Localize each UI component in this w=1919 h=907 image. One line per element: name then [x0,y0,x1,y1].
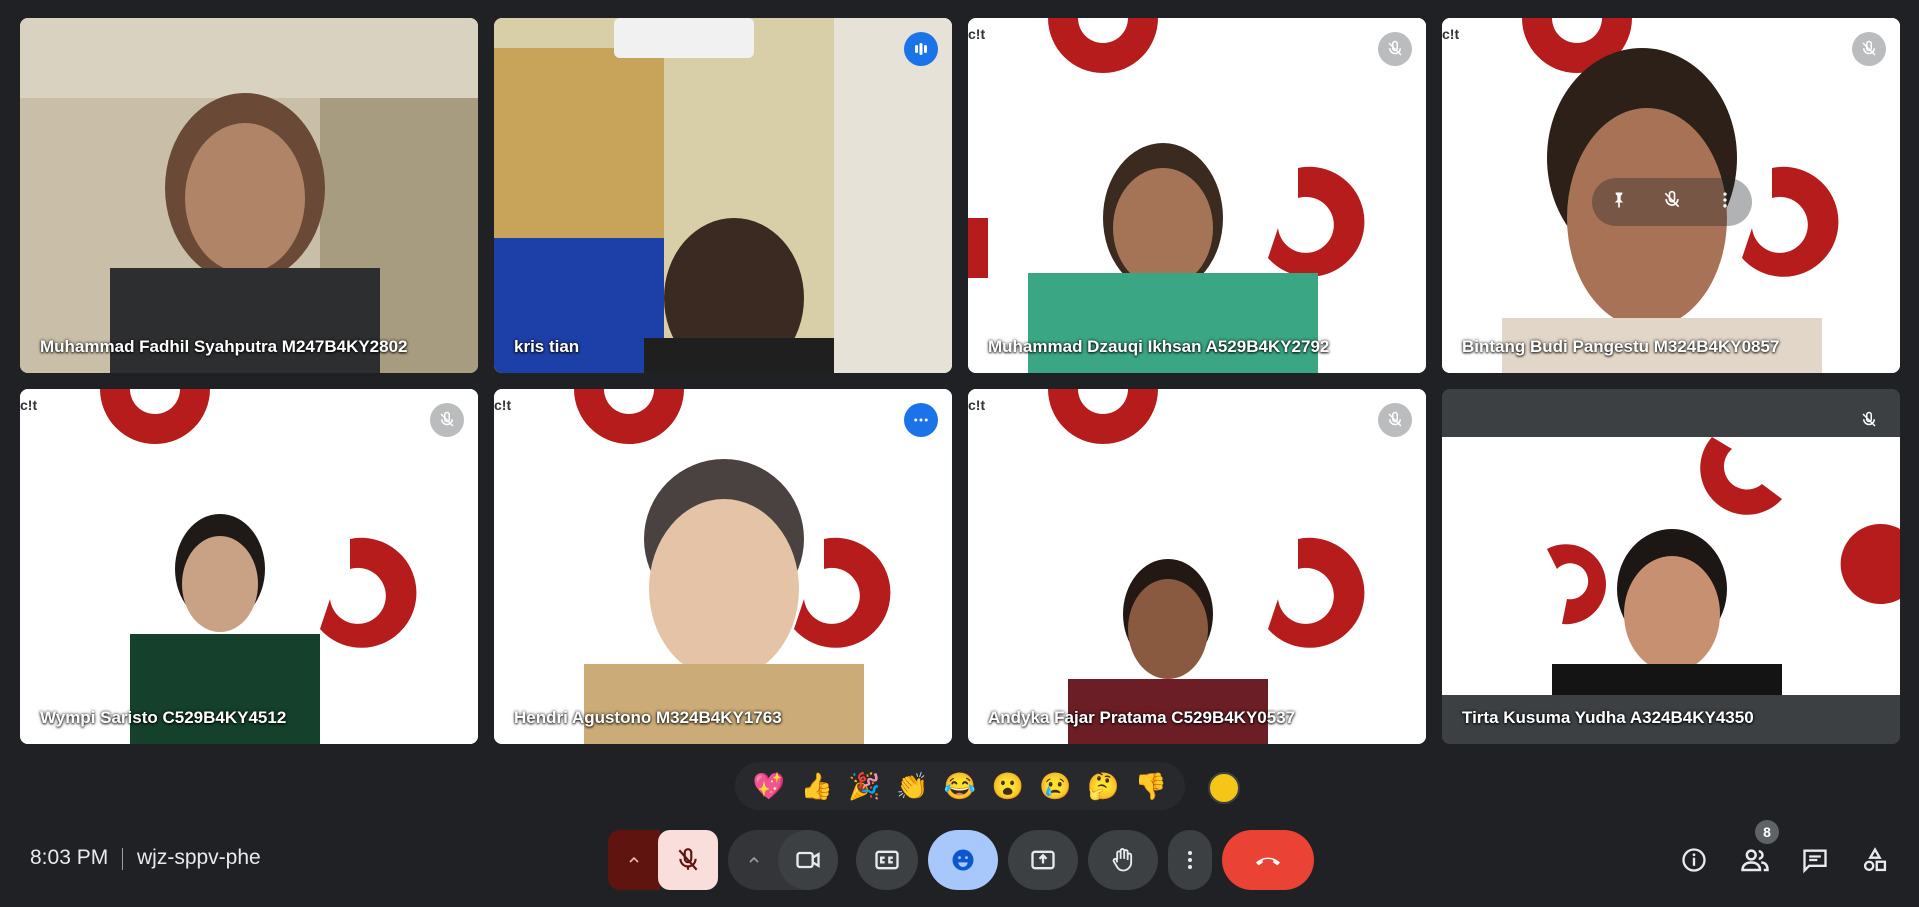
video-feed [968,389,1426,744]
mic-off-icon [678,848,698,871]
participant-name: Wympi Saristo C529B4KY4512 [40,708,287,727]
reaction-thumbs-up[interactable]: 👍 [800,773,832,799]
microphone-control [608,830,718,890]
participant-name: Tirta Kusuma Yudha A324B4KY4350 [1462,708,1754,727]
mic-off-icon [430,403,464,437]
mic-off-icon [1852,32,1886,66]
participant-name: Muhammad Fadhil Syahputra M247B4KY2802 [40,337,408,356]
participant-tile[interactable]: Tirta Kusuma Yudha A324B4KY4350 [1442,389,1900,744]
reaction-joy[interactable]: 😂 [944,773,976,799]
mute-participant-icon[interactable] [1662,190,1682,215]
camera-control [728,830,838,890]
participant-name: kris tian [514,337,580,356]
end-call-icon [1256,857,1280,866]
video-feed [494,389,952,744]
chevron-up-icon [749,856,759,863]
people-icon [1741,849,1769,872]
audio-options-button[interactable] [608,830,660,890]
present-screen-button[interactable] [1008,830,1078,890]
participant-name: Andyka Fajar Pratama C529B4KY0537 [988,708,1296,727]
logo-icon: c!t [20,397,38,413]
reactions-button[interactable] [928,830,998,890]
microphone-toggle-button[interactable] [658,830,718,890]
mic-off-icon [1378,403,1412,437]
participant-count-badge: 8 [1755,820,1779,844]
emoji-icon [952,849,974,871]
divider [122,848,123,870]
participant-tile-active[interactable]: c!t Hendri Agustono M324B4KY1763 [494,389,952,744]
logo-icon: c!t [968,397,986,413]
reaction-thinking[interactable]: 🤔 [1087,773,1119,799]
logo-icon: c!t [968,26,986,42]
hand-icon [1112,848,1133,872]
participant-tile[interactable]: c!t Bintang Budi Pangestu M324B4KY0857 [1442,18,1900,373]
meeting-code: wjz-sppv-phe [137,846,261,869]
video-feed [494,18,952,373]
more-options-button[interactable] [1168,830,1212,890]
raise-hand-button[interactable] [1088,830,1158,890]
participant-tile[interactable]: c!t Andyka Fajar Pratama C529B4KY0537 [968,389,1426,744]
reactions-bar: 💖 👍 🎉 👏 😂 😮 😢 🤔 👎 [735,762,1185,810]
captions-button[interactable] [856,830,918,890]
video-feed [20,18,478,373]
video-feed [968,18,1426,373]
more-options-icon[interactable] [904,403,938,437]
more-vert-icon [1188,851,1192,869]
chat-icon [1803,849,1827,874]
participant-tile[interactable]: Muhammad Fadhil Syahputra M247B4KY2802 [20,18,478,373]
reaction-clapping[interactable]: 👏 [896,773,928,799]
participant-name: Muhammad Dzauqi Ikhsan A529B4KY2792 [988,337,1330,356]
info-icon [1682,848,1706,872]
speaking-indicator-icon [904,32,938,66]
meeting-details-button[interactable] [1676,842,1712,878]
video-feed [20,389,478,744]
participant-tile[interactable]: c!t Wympi Saristo C529B4KY4512 [20,389,478,744]
leave-call-button[interactable] [1222,830,1314,890]
camera-icon [796,851,820,869]
mic-off-icon [1378,32,1412,66]
participant-name: Hendri Agustono M324B4KY1763 [514,708,782,727]
skin-tone-picker[interactable] [1208,772,1240,804]
activities-button[interactable] [1857,842,1893,878]
reaction-thumbs-down[interactable]: 👎 [1135,773,1167,799]
people-button[interactable] [1737,842,1773,878]
mic-off-icon [1852,403,1886,437]
video-options-button[interactable] [728,830,780,890]
participant-tile[interactable]: kris tian [494,18,952,373]
reaction-party-popper[interactable]: 🎉 [848,773,880,799]
tile-hover-controls [1592,178,1752,226]
chevron-up-icon [629,856,639,863]
reaction-surprised[interactable]: 😮 [992,773,1024,799]
participant-name: Bintang Budi Pangestu M324B4KY0857 [1462,337,1780,356]
reaction-crying[interactable]: 😢 [1039,773,1071,799]
camera-toggle-button[interactable] [778,830,838,890]
chat-button[interactable] [1797,842,1833,878]
more-options-icon[interactable] [1715,190,1735,215]
video-feed [1442,389,1900,744]
present-screen-icon [1031,850,1055,870]
reaction-sparkling-heart[interactable]: 💖 [753,773,785,799]
participant-tile[interactable]: c!t Muhammad Dzauqi Ikhsan A529B4KY2792 [968,18,1426,373]
pin-icon[interactable] [1609,190,1629,215]
activities-icon [1863,847,1887,872]
closed-captions-icon [875,850,899,870]
logo-icon: c!t [494,397,512,413]
logo-icon: c!t [1442,26,1460,42]
meeting-time: 8:03 PM [30,846,109,869]
participant-grid: Muhammad Fadhil Syahputra M247B4KY2802 k… [20,18,1900,746]
